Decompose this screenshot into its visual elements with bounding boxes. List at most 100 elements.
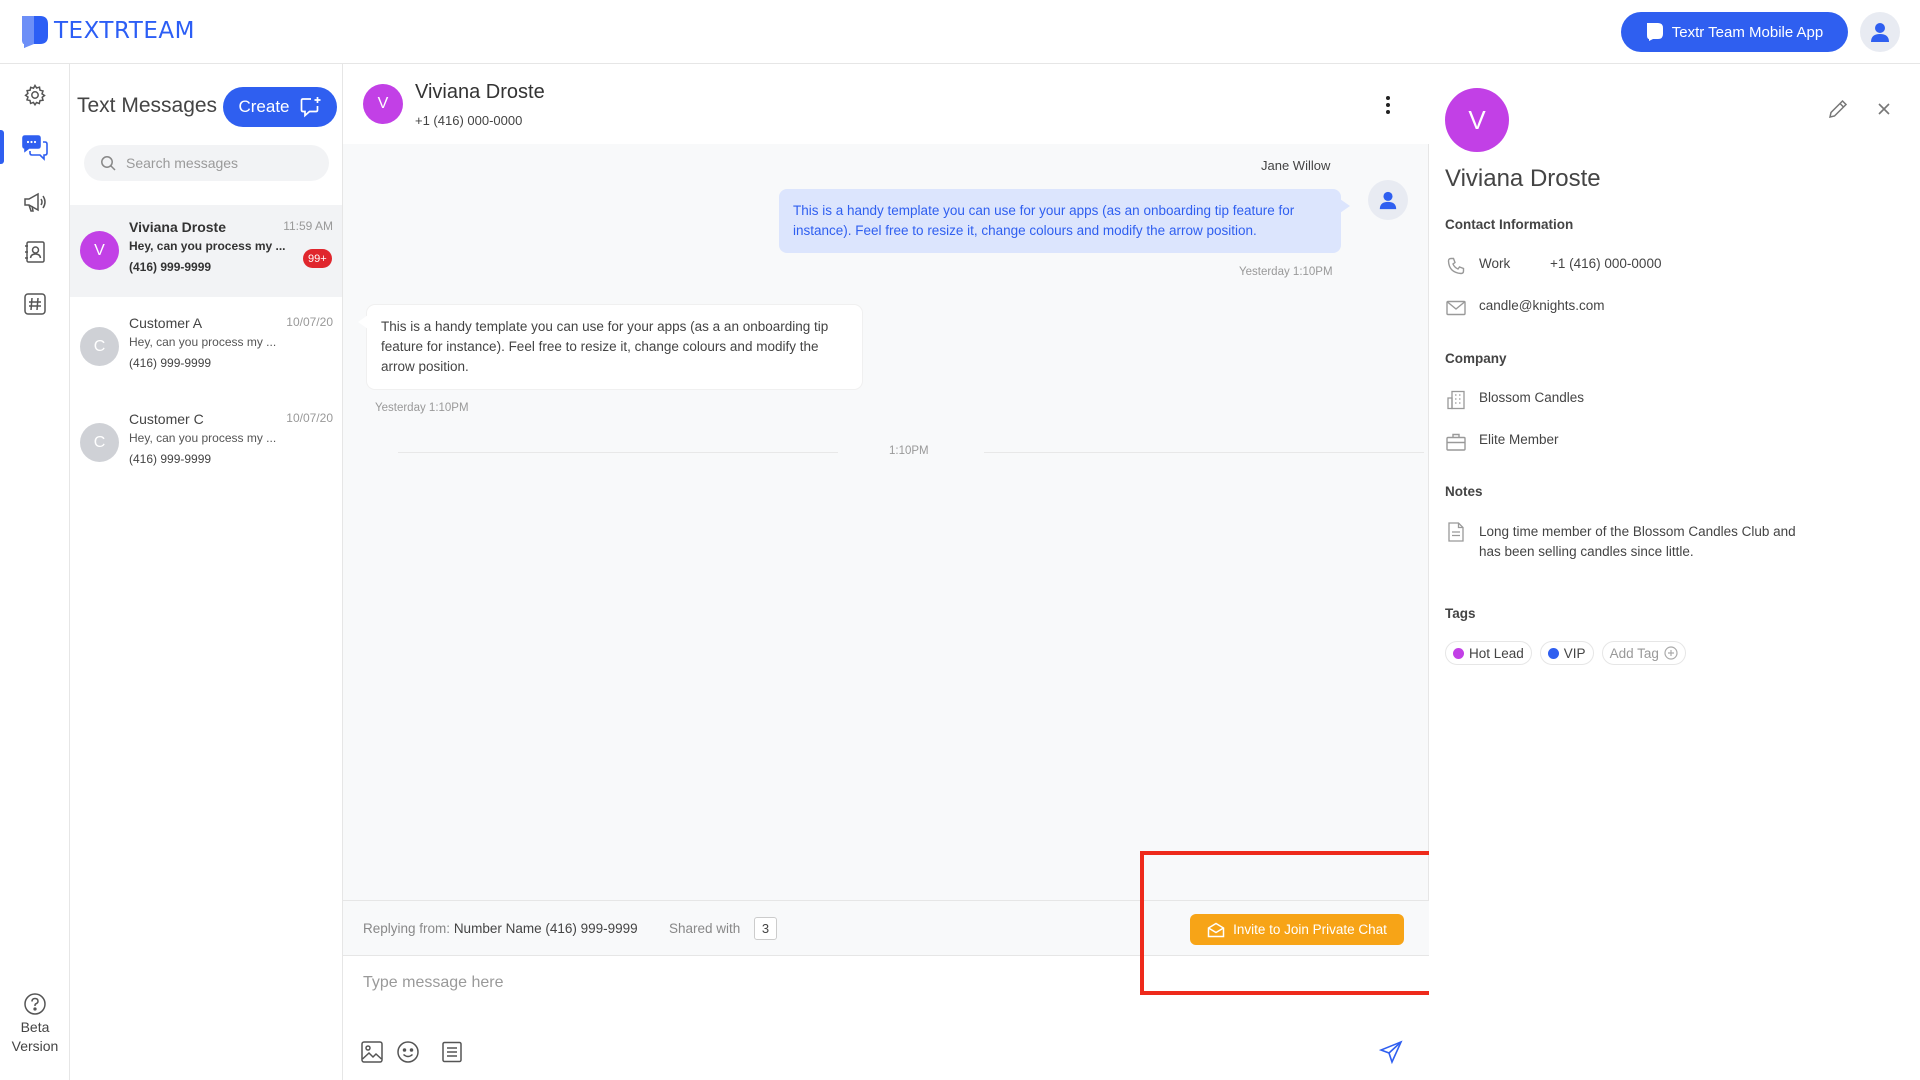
create-label: Create bbox=[238, 97, 290, 116]
chat-header: V Viviana Droste +1 (416) 000-0000 bbox=[343, 64, 1429, 144]
tag-vip[interactable]: VIP bbox=[1539, 641, 1594, 665]
send-icon bbox=[1379, 1040, 1403, 1064]
edit-contact-button[interactable] bbox=[1825, 96, 1851, 122]
help-line-1: Beta bbox=[20, 1019, 50, 1035]
mobile-app-icon bbox=[1646, 23, 1663, 41]
conversation-phone: (416) 999-9999 bbox=[129, 260, 212, 274]
conversation-preview: Hey, can you process my ... bbox=[129, 239, 286, 253]
conversation-time: 10/07/20 bbox=[286, 315, 333, 329]
gear-icon bbox=[24, 84, 46, 107]
shared-with-count[interactable]: 3 bbox=[754, 917, 777, 940]
search-input[interactable] bbox=[126, 155, 316, 171]
document-icon bbox=[1448, 522, 1464, 542]
tag-hot-lead[interactable]: Hot Lead bbox=[1445, 641, 1532, 665]
company-name: Blossom Candles bbox=[1479, 390, 1585, 405]
nav-messages[interactable] bbox=[0, 128, 70, 168]
logo-text: TEXTRTEAM bbox=[54, 18, 195, 44]
chat-options-button[interactable] bbox=[1373, 90, 1403, 120]
notes-title: Notes bbox=[1445, 484, 1483, 499]
unread-badge: 99+ bbox=[303, 249, 332, 268]
building-icon bbox=[1447, 390, 1465, 410]
user-icon bbox=[1379, 191, 1397, 210]
nav-channels[interactable] bbox=[0, 284, 70, 324]
help-beta[interactable]: Beta Version bbox=[0, 992, 70, 1056]
contact-details-panel: V Viviana Droste Contact Information Wor… bbox=[1429, 64, 1920, 1080]
phone-icon bbox=[1447, 257, 1465, 275]
message-sender: Jane Willow bbox=[1261, 158, 1331, 173]
phone-row[interactable]: Work +1 (416) 000-0000 bbox=[1445, 256, 1661, 276]
conversation-name: Customer C bbox=[129, 411, 204, 427]
chat-contact-phone: +1 (416) 000-0000 bbox=[415, 113, 523, 128]
time-divider-label: 1:10PM bbox=[889, 445, 929, 457]
replying-from[interactable]: Replying from: Number Name (416) 999-999… bbox=[363, 921, 638, 936]
email-value: candle@knights.com bbox=[1479, 298, 1605, 313]
chat-bubbles-icon bbox=[22, 135, 48, 161]
attach-image-button[interactable] bbox=[358, 1038, 386, 1066]
contact-name: Viviana Droste bbox=[1445, 165, 1601, 192]
tag-label: Hot Lead bbox=[1469, 645, 1524, 661]
top-bar: TEXTRTEAM Textr Team Mobile App bbox=[0, 0, 1920, 64]
close-icon bbox=[1878, 103, 1890, 115]
nav-settings[interactable] bbox=[0, 75, 70, 115]
time-divider-left bbox=[398, 452, 838, 453]
conversation-name: Customer A bbox=[129, 315, 203, 331]
tag-color-dot bbox=[1547, 647, 1559, 659]
conversation-preview: Hey, can you process my ... bbox=[129, 431, 277, 445]
invite-label: Invite to Join Private Chat bbox=[1233, 922, 1387, 937]
contact-info-title: Contact Information bbox=[1445, 217, 1574, 232]
replying-from-value: Number Name (416) 999-9999 bbox=[453, 921, 638, 936]
mobile-app-button[interactable]: Textr Team Mobile App bbox=[1621, 12, 1848, 52]
plus-circle-icon bbox=[1664, 646, 1678, 660]
message-composer bbox=[343, 956, 1429, 1080]
logo[interactable]: TEXTRTEAM bbox=[20, 14, 195, 48]
conversation-time: 10/07/20 bbox=[286, 411, 333, 425]
avatar: V bbox=[363, 84, 403, 124]
mobile-app-label: Textr Team Mobile App bbox=[1671, 23, 1824, 41]
replying-from-label: Replying from: bbox=[363, 921, 451, 936]
conversation-time: 11:59 AM bbox=[283, 219, 333, 233]
tags-title: Tags bbox=[1445, 606, 1476, 621]
add-tag-label: Add Tag bbox=[1609, 645, 1659, 661]
hashtag-icon bbox=[24, 293, 46, 315]
chat-panel: V Viviana Droste +1 (416) 000-0000 Jane … bbox=[343, 64, 1429, 1080]
help-line-2: Version bbox=[11, 1038, 59, 1054]
search-icon bbox=[101, 156, 116, 171]
shared-with-label: Shared with bbox=[669, 921, 741, 936]
incoming-message: This is a handy template you can use for… bbox=[358, 305, 862, 389]
conversation-item[interactable]: C Customer C 10/07/20 Hey, can you proce… bbox=[70, 397, 342, 489]
phone-label: Work bbox=[1479, 256, 1511, 271]
search-box bbox=[84, 145, 329, 181]
nav-campaigns[interactable] bbox=[0, 182, 70, 222]
chat-contact-name: Viviana Droste bbox=[415, 81, 545, 103]
envelope-icon bbox=[1207, 922, 1225, 937]
email-row[interactable]: candle@knights.com bbox=[1445, 298, 1605, 318]
briefcase-icon bbox=[1446, 433, 1466, 451]
tag-label: VIP bbox=[1563, 645, 1586, 661]
avatar: C bbox=[80, 327, 119, 366]
invite-private-chat-button[interactable]: Invite to Join Private Chat bbox=[1190, 914, 1404, 945]
conversation-preview: Hey, can you process my ... bbox=[129, 335, 277, 349]
conversation-item[interactable]: C Customer A 10/07/20 Hey, can you proce… bbox=[70, 301, 342, 393]
email-icon bbox=[1446, 300, 1466, 316]
create-button[interactable]: Create bbox=[223, 87, 337, 127]
message-time: Yesterday 1:10PM bbox=[375, 402, 469, 414]
avatar: C bbox=[80, 423, 119, 462]
template-button[interactable] bbox=[438, 1038, 466, 1066]
send-button[interactable] bbox=[1377, 1038, 1405, 1066]
contacts-icon bbox=[25, 241, 45, 263]
emoji-button[interactable] bbox=[394, 1038, 422, 1066]
conversation-item[interactable]: V Viviana Droste 11:59 AM Hey, can you p… bbox=[70, 205, 342, 297]
add-tag-button[interactable]: Add Tag bbox=[1601, 641, 1686, 665]
tag-list: Hot Lead VIP Add Tag bbox=[1445, 641, 1686, 665]
nav-contacts[interactable] bbox=[0, 232, 70, 272]
close-panel-button[interactable] bbox=[1873, 98, 1895, 120]
user-menu-avatar[interactable] bbox=[1860, 12, 1900, 52]
tag-color-dot bbox=[1453, 647, 1464, 659]
company-title: Company bbox=[1445, 351, 1507, 366]
notes-row[interactable]: Long time member of the Blossom Candles … bbox=[1445, 522, 1819, 562]
message-input[interactable] bbox=[363, 974, 1403, 1014]
avatar: V bbox=[80, 231, 119, 270]
more-vertical-icon bbox=[1386, 96, 1390, 114]
left-nav-rail: Beta Version bbox=[0, 64, 70, 1080]
conversation-phone: (416) 999-9999 bbox=[129, 356, 212, 370]
